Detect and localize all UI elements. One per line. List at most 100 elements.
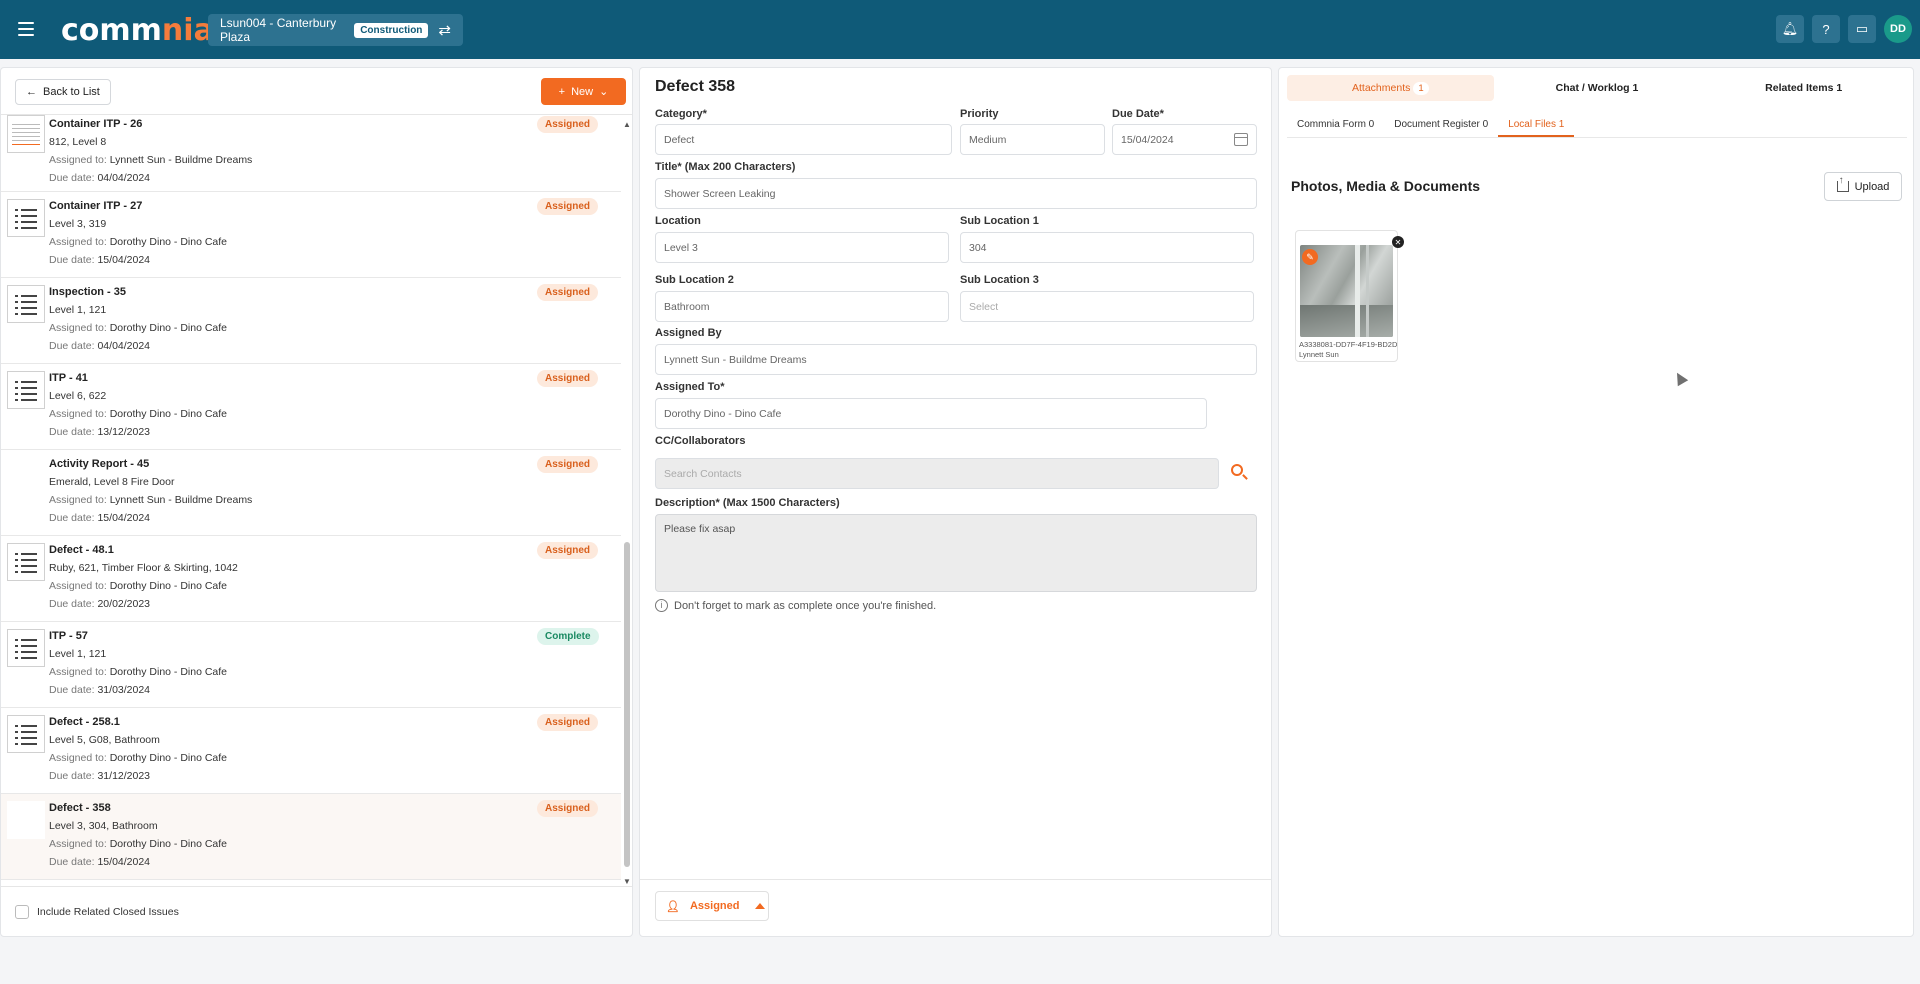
file-owner: Lynnett Sun <box>1299 350 1339 359</box>
item-due: Due date: 20/02/2023 <box>49 598 151 610</box>
status-badge: Assigned <box>537 714 599 731</box>
status-button[interactable]: 👤︎ Assigned <box>655 891 769 921</box>
assigned-to-field[interactable]: Dorothy Dino - Dino Cafe <box>655 398 1207 429</box>
avatar[interactable]: DD <box>1884 15 1912 43</box>
list-item[interactable]: Container ITP - 27 Level 3, 319 Assigned… <box>1 192 621 278</box>
item-due: Due date: 15/04/2024 <box>49 856 151 868</box>
tab-attachments[interactable]: Attachments 1 <box>1287 75 1494 101</box>
item-assigned: Assigned to: Lynnett Sun - Buildme Dream… <box>49 494 253 506</box>
status-badge: Assigned <box>537 198 599 215</box>
plus-icon: + <box>558 85 566 98</box>
item-due: Due date: 31/12/2023 <box>49 770 151 782</box>
status-badge: Assigned <box>537 542 599 559</box>
list-item[interactable]: ITP - 57 Level 1, 121 Assigned to: Dorot… <box>1 622 621 708</box>
search-icon[interactable] <box>1230 463 1250 483</box>
app-logo[interactable]: commnia <box>61 13 214 48</box>
arrow-left-icon: ← <box>26 86 37 98</box>
subtab-local-files[interactable]: Local Files 1 <box>1498 112 1575 137</box>
item-due: Due date: 31/03/2024 <box>49 684 151 696</box>
list-item-selected[interactable]: Defect - 358 Level 3, 304, Bathroom Assi… <box>1 794 621 880</box>
item-title: Defect - 258.1 <box>49 716 120 728</box>
photo-thumbnail <box>7 801 45 839</box>
file-card[interactable]: ✎ ✕ A3338081-DD7F-4F19-BD2D-... Lynnett … <box>1295 230 1404 362</box>
photo-thumbnail <box>7 457 45 495</box>
status-badge: Complete <box>537 628 599 645</box>
status-badge: Assigned <box>537 284 599 301</box>
status-badge: Assigned <box>537 370 599 387</box>
scroll-up-icon[interactable]: ▲ <box>623 120 631 129</box>
new-button[interactable]: + New ⌄ <box>541 78 626 105</box>
checklist-icon <box>7 371 45 409</box>
list-item[interactable]: Defect - 48.1 Ruby, 621, Timber Floor & … <box>1 536 621 622</box>
help-icon[interactable]: ? <box>1812 15 1840 43</box>
subtab-commnia-form[interactable]: Commnia Form 0 <box>1287 112 1384 137</box>
list-scrollbar[interactable]: ▲ ▼ <box>623 120 631 886</box>
sub-location-1-field[interactable]: 304 <box>960 232 1254 263</box>
item-title: Defect - 48.1 <box>49 544 114 556</box>
bell-icon[interactable]: 🔔︎ <box>1776 15 1804 43</box>
list-item[interactable]: Container ITP - 26 812, Level 8 Assigned… <box>1 115 621 192</box>
item-assigned: Assigned to: Dorothy Dino - Dino Cafe <box>49 408 228 420</box>
sub-location-3-select[interactable]: Select <box>960 291 1254 322</box>
include-closed-checkbox[interactable] <box>15 904 29 919</box>
caret-up-icon <box>755 903 766 909</box>
status-badge: Assigned <box>537 116 599 133</box>
item-due: Due date: 04/04/2024 <box>49 340 151 352</box>
title-field[interactable]: Shower Screen Leaking <box>655 178 1257 209</box>
tab-chat-worklog[interactable]: Chat / Worklog 1 <box>1494 75 1701 101</box>
user-assign-icon: 👤︎ <box>666 900 680 913</box>
top-bar: commnia Lsun004 - Canterbury Plaza Const… <box>0 0 1920 59</box>
list-item[interactable]: Inspection - 35 Level 1, 121 Assigned to… <box>1 278 621 364</box>
info-icon: i <box>655 599 668 612</box>
list-item[interactable]: ITP - 41 Level 6, 622 Assigned to: Dorot… <box>1 364 621 450</box>
scroll-down-icon[interactable]: ▼ <box>623 877 631 886</box>
item-location: Emerald, Level 8 Fire Door <box>49 476 175 488</box>
calendar-icon[interactable] <box>1234 133 1248 146</box>
assigned-by-field[interactable]: Lynnett Sun - Buildme Dreams <box>655 344 1257 375</box>
chat-icon[interactable]: ▭ <box>1848 15 1876 43</box>
tab-related-items[interactable]: Related Items 1 <box>1700 75 1907 101</box>
chevron-down-icon: ⌄ <box>599 86 609 98</box>
issue-list-panel: ← Back to List + New ⌄ Container ITP - 2… <box>0 67 633 937</box>
completion-note: i Don't forget to mark as complete once … <box>655 599 936 612</box>
item-due: Due date: 04/04/2024 <box>49 172 151 184</box>
sub-location-3-label: Sub Location 3 <box>960 274 1039 286</box>
close-icon[interactable]: ✕ <box>1392 236 1404 248</box>
item-due: Due date: 15/04/2024 <box>49 254 151 266</box>
list-item[interactable]: Activity Report - 45 Emerald, Level 8 Fi… <box>1 450 621 536</box>
media-heading: Photos, Media & Documents <box>1291 178 1481 194</box>
due-date-label: Due Date* <box>1112 108 1164 120</box>
project-switcher[interactable]: Lsun004 - Canterbury Plaza Construction … <box>208 14 463 46</box>
assigned-to-label: Assigned To* <box>655 381 725 393</box>
item-due: Due date: 15/04/2024 <box>49 512 151 524</box>
menu-icon[interactable] <box>18 22 34 36</box>
checklist-icon <box>7 543 45 581</box>
item-location: Level 3, 304, Bathroom <box>49 820 158 832</box>
item-title: ITP - 57 <box>49 630 88 642</box>
category-field[interactable]: Defect <box>655 124 952 155</box>
subtab-document-register[interactable]: Document Register 0 <box>1384 112 1498 137</box>
item-assigned: Assigned to: Dorothy Dino - Dino Cafe <box>49 236 228 248</box>
scrollbar-thumb[interactable] <box>624 542 630 867</box>
item-assigned: Assigned to: Lynnett Sun - Buildme Dream… <box>49 154 253 166</box>
item-title: Defect - 358 <box>49 802 111 814</box>
location-field[interactable]: Level 3 <box>655 232 949 263</box>
description-field[interactable]: Please fix asap <box>655 514 1257 592</box>
due-date-field[interactable]: 15/04/2024 <box>1112 124 1257 155</box>
back-to-list-button[interactable]: ← Back to List <box>15 79 111 105</box>
sub-location-2-field[interactable]: Bathroom <box>655 291 949 322</box>
location-label: Location <box>655 215 701 227</box>
cc-search-input[interactable]: Search Contacts <box>655 458 1219 489</box>
item-location: 812, Level 8 <box>49 136 107 148</box>
item-location: Level 3, 319 <box>49 218 107 230</box>
item-location: Level 1, 121 <box>49 648 107 660</box>
list-item[interactable]: Defect - 258.1 Level 5, G08, Bathroom As… <box>1 708 621 794</box>
assigned-by-label: Assigned By <box>655 327 722 339</box>
category-label: Category* <box>655 108 707 120</box>
item-assigned: Assigned to: Dorothy Dino - Dino Cafe <box>49 752 228 764</box>
item-title: Inspection - 35 <box>49 286 127 298</box>
document-thumbnail <box>7 115 45 153</box>
edit-icon[interactable]: ✎ <box>1302 249 1318 265</box>
priority-field[interactable]: Medium <box>960 124 1105 155</box>
upload-button[interactable]: Upload <box>1824 172 1902 201</box>
